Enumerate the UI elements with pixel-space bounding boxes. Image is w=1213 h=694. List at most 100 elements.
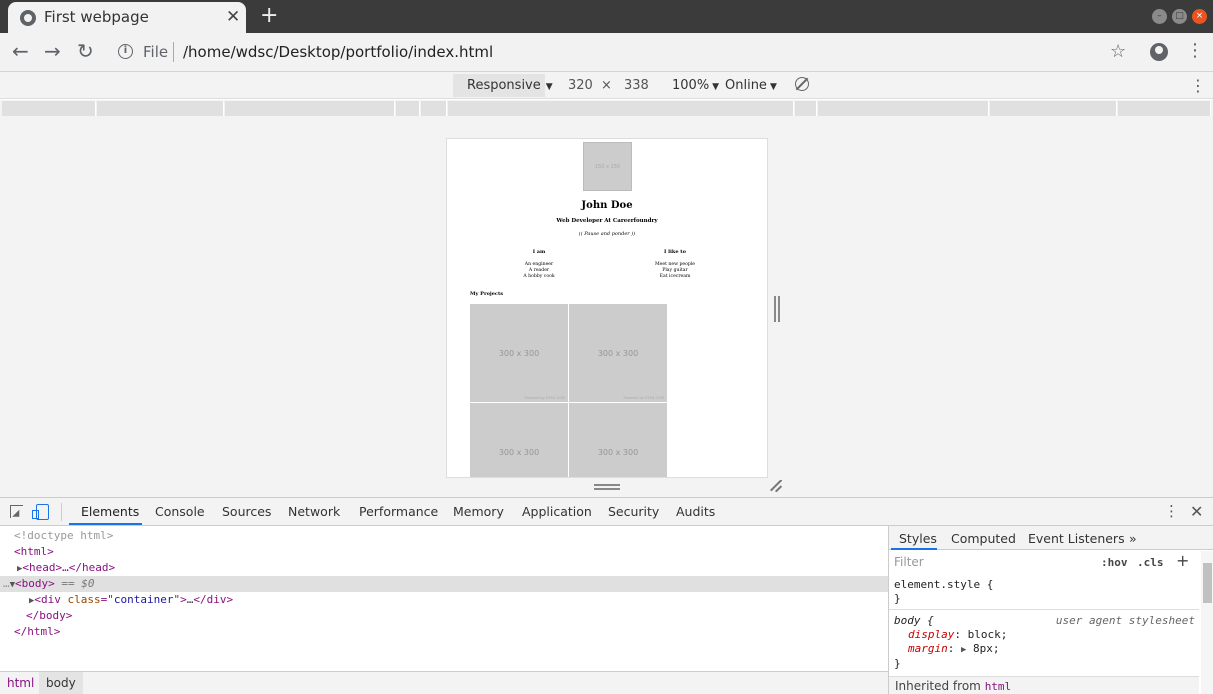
media-query-segment[interactable] xyxy=(818,101,989,116)
info-icon[interactable]: i xyxy=(118,44,133,59)
tab-network[interactable]: Network xyxy=(288,504,340,519)
new-tab-button[interactable]: + xyxy=(260,4,278,28)
media-query-segment[interactable] xyxy=(795,101,817,116)
browser-menu-icon[interactable]: ⋮ xyxy=(1186,41,1204,61)
page-name-heading: John Doe xyxy=(581,200,633,211)
dom-html-open[interactable]: <html> xyxy=(0,544,888,560)
viewport-width-input[interactable]: 320 xyxy=(568,78,593,93)
element-style-selector: element.style { xyxy=(894,578,994,591)
reload-icon[interactable]: ↻ xyxy=(77,40,94,62)
profile-icon[interactable] xyxy=(1150,43,1168,61)
div-attr-value: container xyxy=(113,593,174,606)
inherited-from-section: Inherited from html xyxy=(889,676,1199,694)
browser-tab[interactable]: First webpage ✕ xyxy=(8,2,246,33)
window-close-button[interactable]: × xyxy=(1192,9,1207,24)
tab-elements[interactable]: Elements xyxy=(81,504,139,519)
tab-performance[interactable]: Performance xyxy=(359,504,438,519)
media-query-bar xyxy=(0,100,1213,118)
close-tab-icon[interactable]: ✕ xyxy=(226,7,240,27)
tab-memory[interactable]: Memory xyxy=(453,504,504,519)
viewport-resize-corner-icon[interactable] xyxy=(770,480,782,492)
media-query-segment[interactable] xyxy=(448,101,794,116)
project-thumbnail[interactable]: 300 x 300 xyxy=(470,403,568,477)
inherited-label: Inherited from xyxy=(895,679,981,693)
new-rule-plus-icon[interactable]: + xyxy=(1176,551,1189,570)
projects-heading: My Projects xyxy=(470,291,504,297)
hover-state-toggle[interactable]: :hov xyxy=(1101,556,1128,569)
url-scheme[interactable]: File xyxy=(143,43,168,61)
element-style-rule[interactable]: element.style { } xyxy=(889,578,1199,610)
project-thumbnail[interactable]: 300 x 300 xyxy=(569,403,667,477)
expand-triangle-icon[interactable]: ▶ xyxy=(961,645,966,655)
minimize-button[interactable]: – xyxy=(1152,9,1167,24)
styles-filter-input[interactable]: Filter xyxy=(890,551,1090,573)
tab-styles[interactable]: Styles xyxy=(899,531,937,546)
caret-down-icon: ▼ xyxy=(712,82,720,92)
device-toolbar-toggle-icon[interactable] xyxy=(32,504,49,520)
dom-html-close[interactable]: </html> xyxy=(0,624,888,640)
styles-scrollbar[interactable] xyxy=(1201,551,1213,694)
forward-arrow-icon[interactable]: → xyxy=(44,40,61,62)
url-separator xyxy=(173,42,174,62)
dom-body-node[interactable]: …▼<body> == $0 xyxy=(0,576,888,592)
ellipsis-icon[interactable]: … xyxy=(3,577,10,590)
tab-sources[interactable]: Sources xyxy=(222,504,271,519)
thumbnail-label: 300 x 300 xyxy=(498,448,540,457)
devtools-tabbar: Elements Console Sources Network Perform… xyxy=(0,498,1213,526)
dom-div-node[interactable]: ▶<div class="container">…</div> xyxy=(0,592,888,608)
thumbnail-credit: Powered by HTML.COM xyxy=(524,396,565,400)
tab-console[interactable]: Console xyxy=(155,504,205,519)
thumbnail-label: 300 x 300 xyxy=(498,349,540,358)
div-tag: div xyxy=(41,593,61,606)
dom-doctype[interactable]: <!doctype html> xyxy=(0,528,888,544)
media-query-segment[interactable] xyxy=(2,101,96,116)
css-property-name: margin xyxy=(908,642,948,655)
class-toggle[interactable]: .cls xyxy=(1137,556,1164,569)
page-quote: (( Pause and ponder )) xyxy=(578,231,636,237)
more-tabs-chevron-icon[interactable]: » xyxy=(1129,531,1137,546)
tab-computed[interactable]: Computed xyxy=(951,531,1016,546)
devtools-close-icon[interactable]: ✕ xyxy=(1190,502,1203,521)
device-toolbar: Responsive ▼ 320 × 338 100% ▼ Online ▼ ⋮ xyxy=(0,72,1213,99)
inherited-tag[interactable]: html xyxy=(985,680,1012,693)
tab-audits[interactable]: Audits xyxy=(676,504,715,519)
media-query-segment[interactable] xyxy=(396,101,420,116)
tab-event-listeners[interactable]: Event Listeners xyxy=(1028,531,1125,546)
back-arrow-icon[interactable]: ← xyxy=(12,40,29,62)
project-thumbnail[interactable]: 300 x 300 Powered by HTML.COM xyxy=(470,304,568,402)
viewport-resize-handle-right[interactable] xyxy=(774,296,780,322)
active-tab-indicator xyxy=(891,548,937,550)
project-thumbnail[interactable]: 300 x 300 Powered by HTML.COM xyxy=(569,304,667,402)
viewport-resize-handle-bottom[interactable] xyxy=(594,484,620,490)
media-query-segment[interactable] xyxy=(421,101,447,116)
media-query-segment[interactable] xyxy=(1118,101,1211,116)
bookmark-star-icon[interactable]: ☆ xyxy=(1110,41,1126,62)
device-toolbar-more-icon[interactable]: ⋮ xyxy=(1190,76,1206,95)
body-open-tag: <body> xyxy=(15,577,55,590)
styles-sidebar: Styles Computed Event Listeners » Filter… xyxy=(888,526,1213,694)
viewport-height-input[interactable]: 338 xyxy=(624,78,649,93)
network-throttle-select[interactable]: Online ▼ xyxy=(725,78,777,93)
breadcrumb-body[interactable]: body xyxy=(39,672,83,694)
inspect-element-icon[interactable] xyxy=(10,505,23,518)
dom-head-node[interactable]: ▶<head>…</head> xyxy=(0,560,888,576)
media-query-segment[interactable] xyxy=(990,101,1117,116)
maximize-button[interactable]: □ xyxy=(1172,9,1187,24)
device-mode-select[interactable]: Responsive ▼ xyxy=(453,74,553,97)
body-style-rule[interactable]: body { user agent stylesheet display: bl… xyxy=(889,614,1199,671)
list-item: Eat icecream xyxy=(659,274,691,279)
media-query-segment[interactable] xyxy=(97,101,224,116)
i-like-list: Meet new people Play guitar Eat icecream xyxy=(605,262,745,280)
breadcrumb-html[interactable]: html xyxy=(7,676,34,690)
dimension-separator: × xyxy=(601,78,612,93)
devtools-more-icon[interactable]: ⋮ xyxy=(1164,502,1179,520)
tab-application[interactable]: Application xyxy=(522,504,592,519)
dom-body-close[interactable]: </body> xyxy=(0,608,888,624)
zoom-select[interactable]: 100% ▼ xyxy=(672,78,719,93)
media-query-segment[interactable] xyxy=(225,101,395,116)
address-bar[interactable]: /home/wdsc/Desktop/portfolio/index.html xyxy=(183,43,493,61)
scrollbar-thumb[interactable] xyxy=(1203,563,1212,603)
thumbnail-credit: Powered by HTML.COM xyxy=(623,396,664,400)
tab-security[interactable]: Security xyxy=(608,504,659,519)
rotate-icon[interactable] xyxy=(795,77,809,91)
